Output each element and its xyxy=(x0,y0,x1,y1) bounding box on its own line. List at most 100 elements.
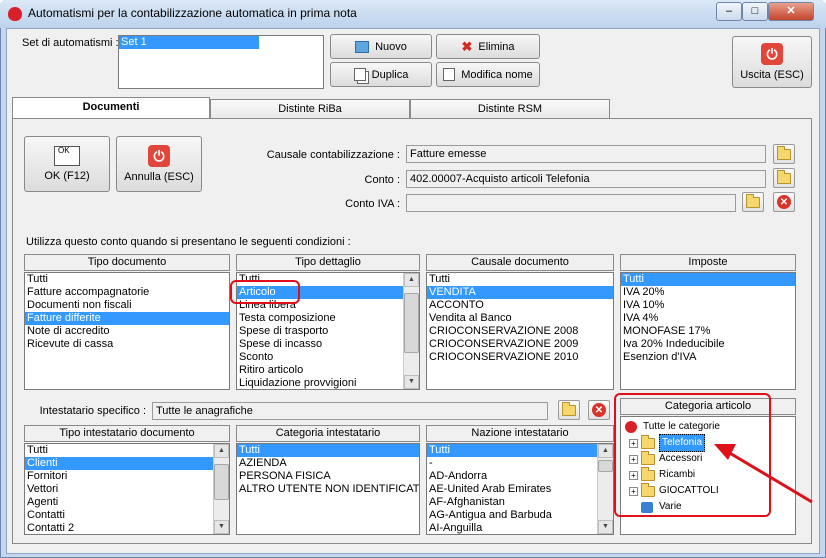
list-item[interactable]: Tutti xyxy=(427,273,613,286)
scroll-thumb[interactable] xyxy=(214,464,229,500)
list-item[interactable]: Vettori xyxy=(25,483,213,496)
set-list[interactable]: Set 1 xyxy=(118,35,324,89)
list-item[interactable]: ALTRO UTENTE NON IDENTIFICAT xyxy=(237,483,419,496)
list-item[interactable]: Contatti xyxy=(25,509,213,522)
nuovo-button[interactable]: Nuovo xyxy=(330,34,432,59)
list-item[interactable]: Contatti 2 xyxy=(25,522,213,534)
tipo-intestatario-list[interactable]: Tutti Clienti Fornitori Vettori Agenti C… xyxy=(24,443,230,535)
intestatario-clear-button[interactable]: ✕ xyxy=(588,400,610,420)
tab-documenti[interactable]: Documenti xyxy=(12,97,210,119)
list-item[interactable]: Liquidazione provvigioni xyxy=(237,377,403,389)
uscita-button[interactable]: ⏻ Uscita (ESC) xyxy=(732,36,812,88)
contoiva-field[interactable] xyxy=(406,194,736,212)
edit-icon xyxy=(443,68,456,81)
tab-distinte-rsm[interactable]: Distinte RSM xyxy=(410,99,610,119)
list-item[interactable]: Esenzion d'IVA xyxy=(621,351,795,364)
duplica-button[interactable]: Duplica xyxy=(330,62,432,87)
contoiva-clear-button[interactable]: ✕ xyxy=(773,192,795,212)
list-item[interactable]: CRIOCONSERVAZIONE 2008 xyxy=(427,325,613,338)
scroll-down-button[interactable]: ▼ xyxy=(404,375,419,389)
imposte-header: Imposte xyxy=(620,254,796,271)
scroll-thumb[interactable] xyxy=(404,293,419,353)
list-item[interactable]: AF-Afghanistan xyxy=(427,496,597,509)
clear-icon: ✕ xyxy=(592,403,606,417)
ok-button[interactable]: OK OK (F12) xyxy=(24,136,110,192)
list-item[interactable]: Iva 20% Indeducibile xyxy=(621,338,795,351)
list-item[interactable]: Fatture differite xyxy=(25,312,229,325)
scroll-up-button[interactable]: ▲ xyxy=(404,273,419,287)
scroll-up-button[interactable]: ▲ xyxy=(598,444,613,458)
list-item[interactable]: Sconto xyxy=(237,351,403,364)
new-document-icon xyxy=(355,40,370,53)
uscita-label: Uscita (ESC) xyxy=(740,69,804,81)
list-item[interactable]: Spese di trasporto xyxy=(237,325,403,338)
modifica-nome-button[interactable]: Modifica nome xyxy=(436,62,540,87)
list-item[interactable]: Fatture accompagnatorie xyxy=(25,286,229,299)
list-item[interactable]: Tutti xyxy=(621,273,795,286)
delete-x-icon: ✖ xyxy=(461,38,473,54)
intestatario-browse-button[interactable] xyxy=(558,400,580,420)
list-item[interactable]: - xyxy=(427,457,597,470)
scrollbar[interactable]: ▲ ▼ xyxy=(403,273,419,389)
list-item[interactable]: IVA 4% xyxy=(621,312,795,325)
list-item[interactable]: AE-United Arab Emirates xyxy=(427,483,597,496)
list-item[interactable]: IVA 20% xyxy=(621,286,795,299)
list-item[interactable]: AD-Andorra xyxy=(427,470,597,483)
causale-documento-list[interactable]: Tutti VENDITA ACCONTO Vendita al Banco C… xyxy=(426,272,614,390)
list-item[interactable]: MONOFASE 17% xyxy=(621,325,795,338)
duplica-label: Duplica xyxy=(371,68,409,81)
conto-label: Conto : xyxy=(364,174,400,186)
tab-distinte-riba[interactable]: Distinte RiBa xyxy=(210,99,410,119)
list-item[interactable]: Fornitori xyxy=(25,470,213,483)
list-item[interactable]: Documenti non fiscali xyxy=(25,299,229,312)
scroll-thumb[interactable] xyxy=(598,460,613,472)
annulla-button[interactable]: ⏻ Annulla (ESC) xyxy=(116,136,202,192)
scroll-down-button[interactable]: ▼ xyxy=(598,520,613,534)
list-item[interactable]: Tutti xyxy=(237,444,419,457)
scrollbar[interactable]: ▲ ▼ xyxy=(213,444,229,534)
causale-field[interactable]: Fatture emesse xyxy=(406,145,766,163)
categoria-intestatario-header: Categoria intestatario xyxy=(236,425,420,442)
conto-field[interactable]: 402.00007-Acquisto articoli Telefonia xyxy=(406,170,766,188)
conto-browse-button[interactable] xyxy=(773,168,795,188)
nazione-list[interactable]: Tutti - AD-Andorra AE-United Arab Emirat… xyxy=(426,443,614,535)
intestatario-field[interactable]: Tutte le anagrafiche xyxy=(152,402,548,420)
list-item[interactable]: Ricevute di cassa xyxy=(25,338,229,351)
list-item[interactable]: CRIOCONSERVAZIONE 2009 xyxy=(427,338,613,351)
ok-label: OK (F12) xyxy=(44,170,90,182)
list-item[interactable]: AG-Antigua and Barbuda xyxy=(427,509,597,522)
list-item[interactable]: AI-Anguilla xyxy=(427,522,597,534)
maximize-button[interactable]: □ xyxy=(742,2,768,21)
imposte-list[interactable]: Tutti IVA 20% IVA 10% IVA 4% MONOFASE 17… xyxy=(620,272,796,390)
list-item[interactable]: ACCONTO xyxy=(427,299,613,312)
list-item[interactable]: PERSONA FISICA xyxy=(237,470,419,483)
tipo-documento-list[interactable]: Tutti Fatture accompagnatorie Documenti … xyxy=(24,272,230,390)
list-item[interactable]: CRIOCONSERVAZIONE 2010 xyxy=(427,351,613,364)
scrollbar[interactable]: ▲ ▼ xyxy=(597,444,613,534)
list-item[interactable]: AZIENDA xyxy=(237,457,419,470)
list-item[interactable]: Agenti xyxy=(25,496,213,509)
categoria-intestatario-list[interactable]: Tutti AZIENDA PERSONA FISICA ALTRO UTENT… xyxy=(236,443,420,535)
tipo-dettaglio-header: Tipo dettaglio xyxy=(236,254,420,271)
set-item[interactable]: Set 1 xyxy=(119,36,259,49)
list-item[interactable]: Testa composizione xyxy=(237,312,403,325)
list-item[interactable]: Clienti xyxy=(25,457,213,470)
scroll-down-button[interactable]: ▼ xyxy=(214,520,229,534)
list-item[interactable]: VENDITA xyxy=(427,286,613,299)
list-item[interactable]: Tutti xyxy=(25,273,229,286)
minimize-button[interactable]: – xyxy=(716,2,742,21)
list-item[interactable]: Ritiro articolo xyxy=(237,364,403,377)
list-item[interactable]: IVA 10% xyxy=(621,299,795,312)
strawberry-icon xyxy=(8,7,22,21)
list-item[interactable]: Note di accredito xyxy=(25,325,229,338)
list-item[interactable]: Tutti xyxy=(427,444,597,457)
contoiva-browse-button[interactable] xyxy=(742,192,764,212)
list-item[interactable]: Tutti xyxy=(25,444,213,457)
window-title: Automatismi per la contabilizzazione aut… xyxy=(28,6,357,20)
list-item[interactable]: Vendita al Banco xyxy=(427,312,613,325)
elimina-button[interactable]: ✖ Elimina xyxy=(436,34,540,59)
scroll-up-button[interactable]: ▲ xyxy=(214,444,229,458)
causale-browse-button[interactable] xyxy=(773,144,795,164)
list-item[interactable]: Spese di incasso xyxy=(237,338,403,351)
close-button[interactable]: ✕ xyxy=(768,2,814,21)
